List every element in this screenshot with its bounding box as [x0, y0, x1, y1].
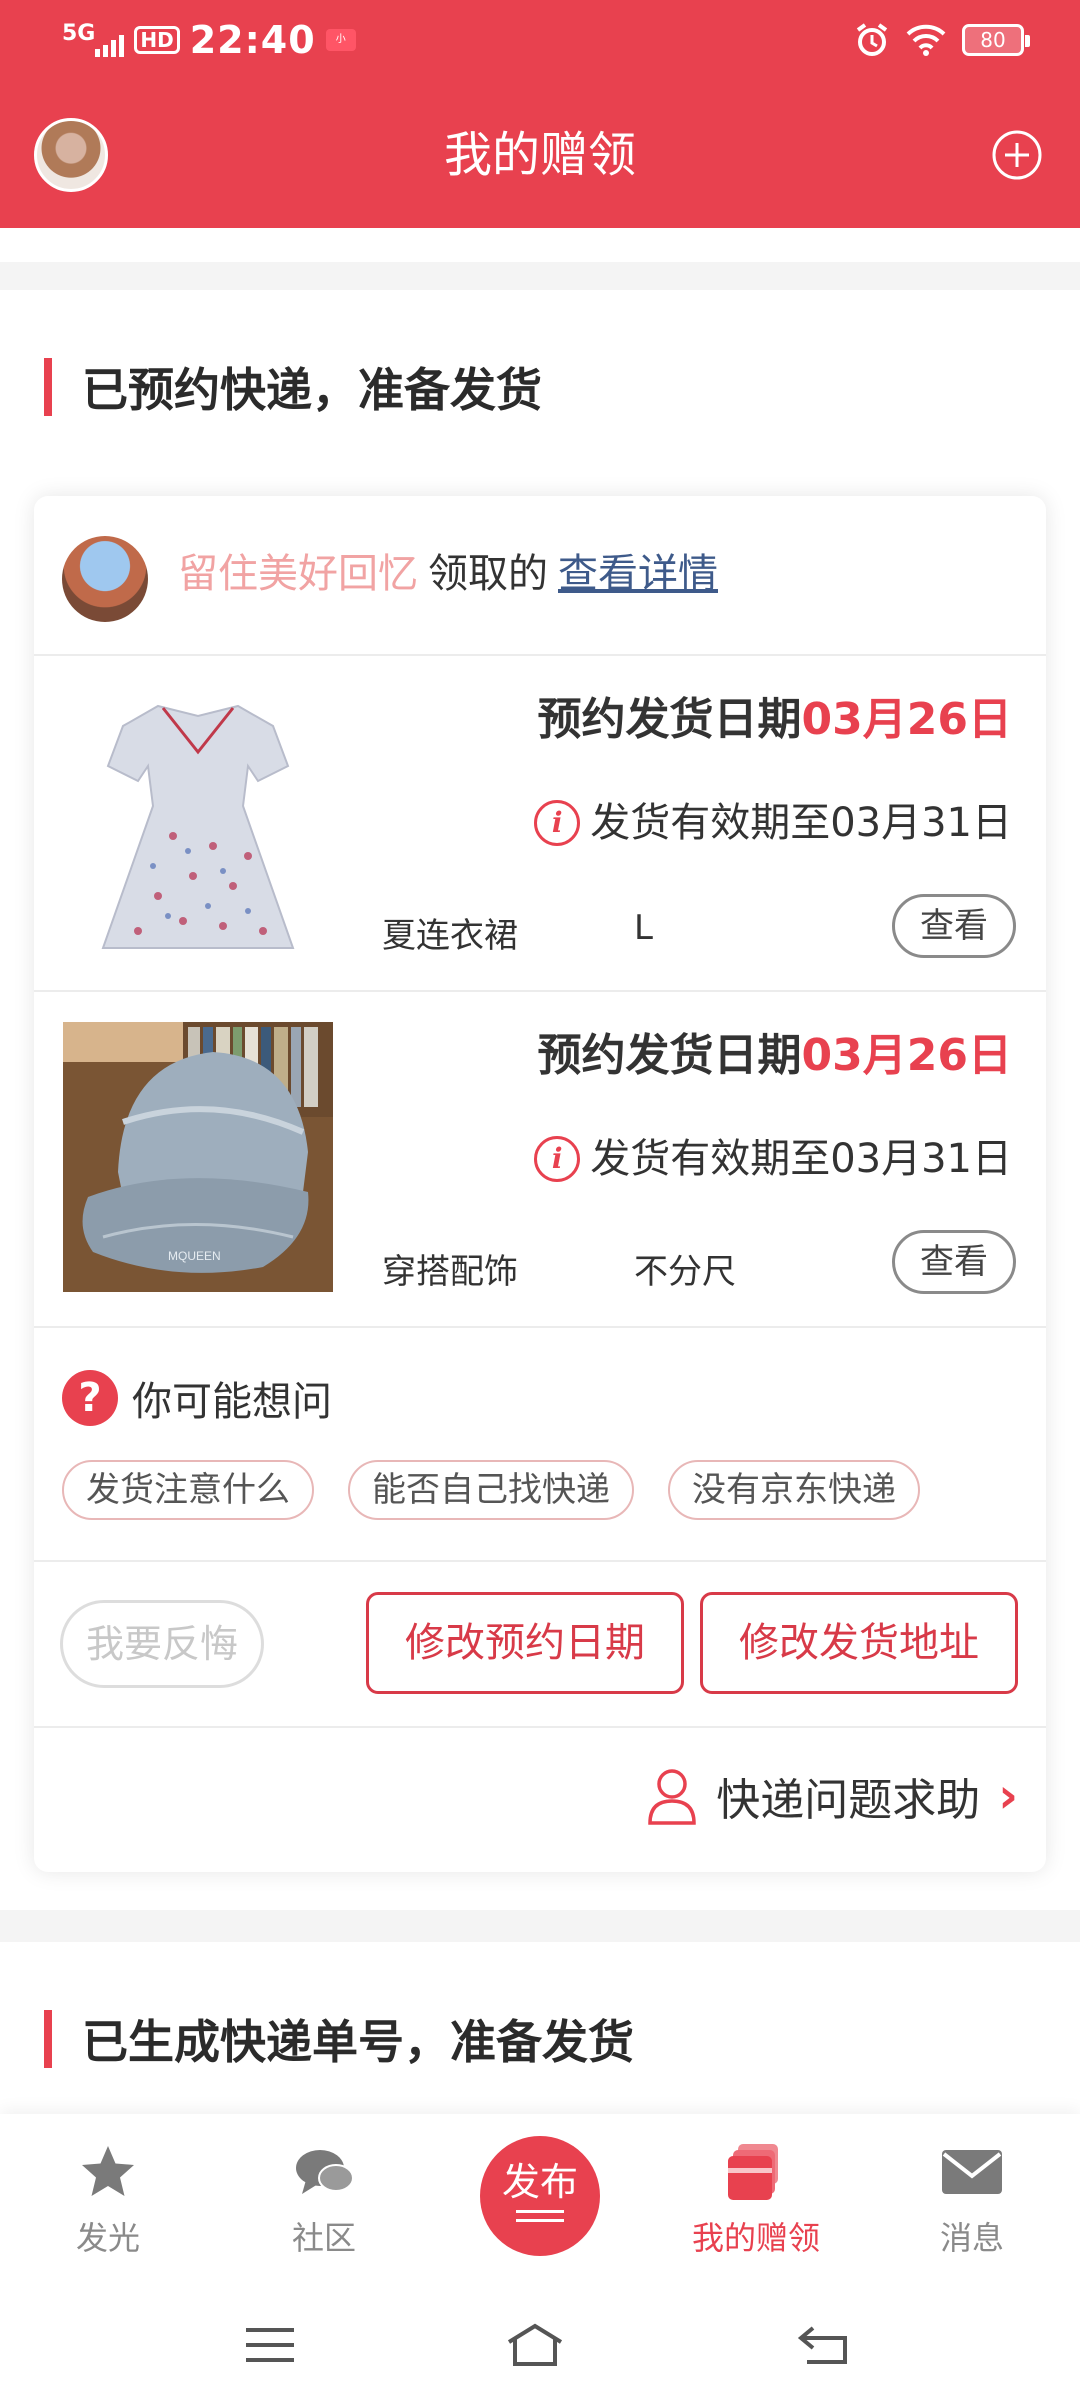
item-size: 不分尺 — [634, 1252, 736, 1292]
info-icon: i — [534, 1136, 581, 1182]
question-icon: ? — [62, 1370, 118, 1426]
list-item: 预约发货日期03月26日 i 发货有效期至03月31日 夏连衣裙 L 查看 — [34, 656, 1046, 992]
network-type: 5G — [62, 21, 96, 46]
gift-box-icon — [728, 2144, 778, 2200]
svg-text:MQUEEN: MQUEEN — [168, 1249, 221, 1263]
courier-help-link[interactable]: 快递问题求助 › — [646, 1764, 1018, 1828]
status-bar: 5G HD 22:40 小 80 — [0, 0, 1080, 84]
view-button[interactable]: 查看 — [892, 1230, 1016, 1294]
info-icon: i — [534, 800, 581, 846]
tab-community[interactable]: 社区 — [244, 2140, 404, 2258]
tab-label: 我的赠领 — [691, 2219, 820, 2257]
divider — [0, 228, 1080, 262]
section-title: 已预约快递，准备发货 — [82, 363, 542, 417]
faq-chip[interactable]: 没有京东快递 — [668, 1460, 920, 1520]
item-category: 穿搭配饰 — [382, 1252, 518, 1292]
tab-label: 社区 — [291, 2219, 356, 2257]
ship-date: 预约发货日期03月26日 — [538, 682, 1012, 758]
valid-until-text: 发货有效期至03月31日 — [590, 1136, 1012, 1182]
regret-button[interactable]: 我要反悔 — [60, 1600, 264, 1688]
view-button[interactable]: 查看 — [892, 894, 1016, 958]
valid-until-text: 发货有效期至03月31日 — [590, 800, 1012, 846]
recipient-avatar[interactable] — [62, 536, 148, 622]
action-row: 我要反悔 修改预约日期 修改发货地址 — [34, 1562, 1046, 1728]
person-icon — [648, 1769, 696, 1825]
ship-date-label: 预约发货日期 — [537, 1030, 802, 1081]
section-accent — [44, 2010, 52, 2068]
change-address-button[interactable]: 修改发货地址 — [700, 1592, 1018, 1694]
ship-date-label: 预约发货日期 — [537, 694, 802, 745]
faq-chip[interactable]: 能否自己找快递 — [348, 1460, 634, 1520]
notification-icon: 小 — [325, 29, 356, 51]
home-icon[interactable] — [505, 2320, 565, 2370]
valid-until: i 发货有效期至03月31日 — [534, 790, 1012, 856]
view-detail-link[interactable]: 查看详情 — [558, 551, 718, 597]
faq-chip[interactable]: 发货注意什么 — [62, 1460, 314, 1520]
publish-label: 发布 — [501, 2160, 578, 2204]
back-icon[interactable] — [793, 2320, 853, 2370]
add-icon[interactable] — [991, 129, 1043, 181]
signal-icon — [95, 35, 125, 57]
tab-glow[interactable]: 发光 — [28, 2140, 188, 2258]
page-title: 我的赠领 — [443, 127, 636, 183]
chevron-right-icon: › — [998, 1768, 1018, 1824]
recipient-name[interactable]: 留住美好回忆 — [178, 551, 418, 597]
menu-lines-icon — [516, 2210, 564, 2222]
wifi-icon — [906, 24, 946, 56]
recipient-row: 留住美好回忆 领取的 查看详情 — [34, 496, 1046, 656]
faq-title: 你可能想问 — [132, 1379, 332, 1425]
dress-image[interactable] — [63, 686, 333, 956]
ship-date-value: 03月26日 — [801, 1030, 1012, 1081]
item-size: L — [634, 908, 653, 948]
item-category: 夏连衣裙 — [382, 916, 518, 956]
action-text: 领取的 — [428, 551, 548, 597]
order-card: 留住美好回忆 领取的 查看详情 预约发货日期03月26日 i 发货有效期至03月31日… — [34, 496, 1046, 1872]
mail-icon — [942, 2150, 1002, 2194]
app-header: 5G HD 22:40 小 80 我的赠领 — [0, 0, 1080, 228]
divider — [0, 262, 1080, 290]
change-date-button[interactable]: 修改预约日期 — [366, 1592, 684, 1694]
cap-image[interactable]: MQUEEN — [63, 1022, 333, 1292]
hd-badge: HD — [134, 26, 180, 54]
system-nav-bar — [0, 2290, 1080, 2400]
section-header: 已生成快递单号，准备发货 — [44, 2006, 634, 2072]
ship-date: 预约发货日期03月26日 — [538, 1018, 1012, 1094]
tab-label: 发光 — [75, 2219, 140, 2257]
star-icon — [82, 2146, 134, 2196]
courier-help-text: 快递问题求助 — [716, 1775, 981, 1826]
tab-label: 消息 — [939, 2219, 1004, 2257]
tab-my-gifts[interactable]: 我的赠领 — [676, 2140, 836, 2258]
clock: 22:40 — [189, 18, 316, 62]
list-item: MQUEEN 预约发货日期03月26日 i 发货有效期至03月31日 穿搭配饰 不… — [34, 992, 1046, 1328]
section-title: 已生成快递单号，准备发货 — [82, 2015, 634, 2069]
battery-icon: 80 — [962, 24, 1030, 56]
section-accent — [44, 358, 52, 416]
menu-icon[interactable] — [240, 2320, 300, 2370]
tab-messages[interactable]: 消息 — [892, 2140, 1052, 2258]
publish-button[interactable]: 发布 — [480, 2136, 600, 2256]
divider — [0, 1910, 1080, 1942]
alarm-icon — [856, 23, 888, 56]
section-header: 已预约快递，准备发货 — [44, 354, 542, 420]
ship-date-value: 03月26日 — [801, 694, 1012, 745]
chat-icon — [296, 2150, 354, 2194]
faq-section: ? 你可能想问 发货注意什么 能否自己找快递 没有京东快递 — [34, 1328, 1046, 1562]
valid-until: i 发货有效期至03月31日 — [534, 1126, 1012, 1192]
